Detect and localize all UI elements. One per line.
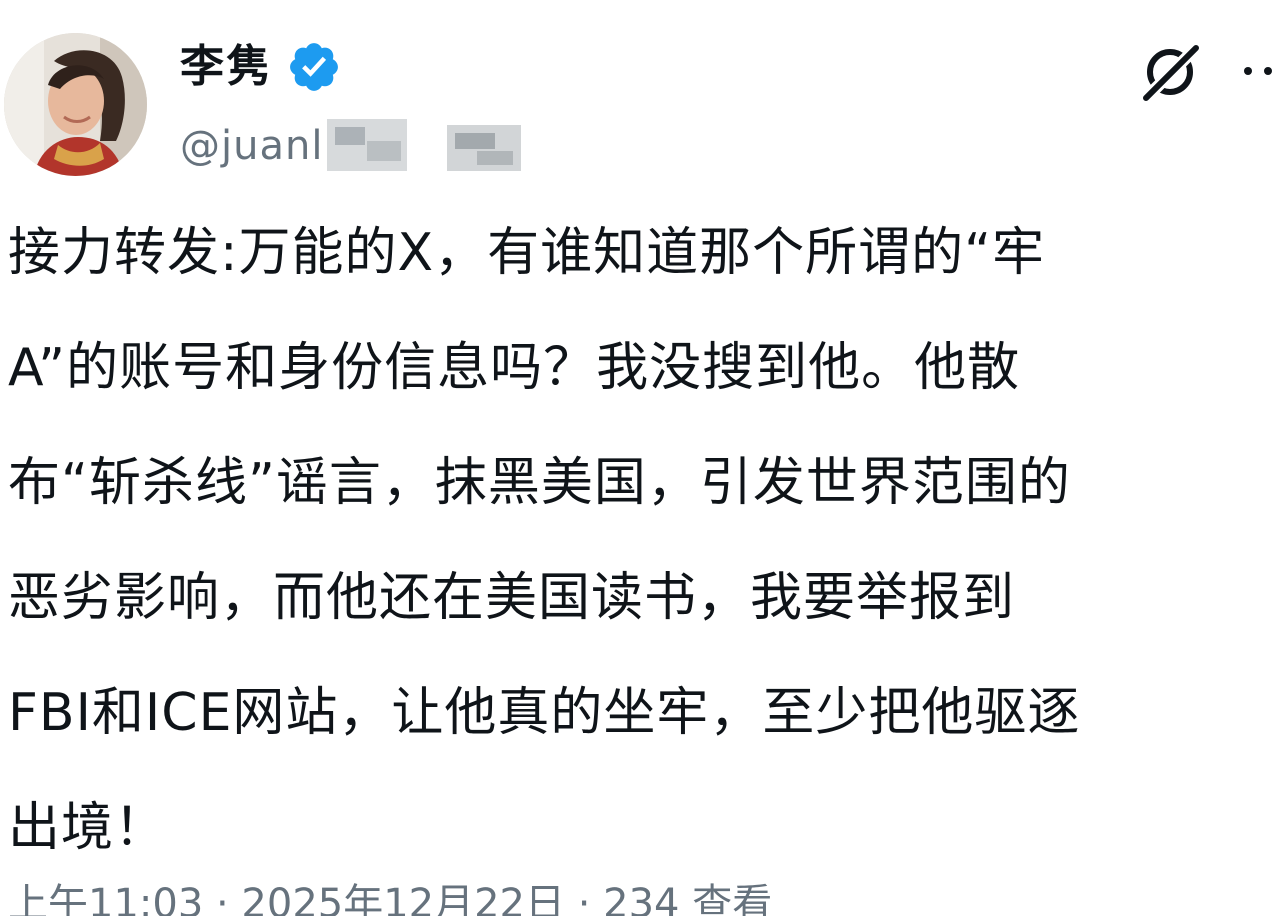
post-text-line: 出境！ <box>8 798 168 858</box>
post-timestamp-views[interactable]: 上午11:03 · 2025年12月22日 · 234 查看 <box>8 880 772 916</box>
author-display-name[interactable]: 李隽 <box>180 45 272 89</box>
author-handle[interactable]: @juanl <box>180 126 323 166</box>
post-card: 李隽 @juanl 接力转发:万能的X，有谁知道那个所谓的“牢 A”的账号和身份… <box>0 0 1280 916</box>
post-text-line: 恶劣影响，而他还在美国读书，我要举报到 <box>8 568 1016 628</box>
post-text-line: A”的账号和身份信息吗？我没搜到他。他散 <box>8 338 1021 398</box>
redaction-mosaic <box>327 119 522 171</box>
post-text-line: 布“斩杀线”谣言，抹黑美国，引发世界范围的 <box>8 453 1071 513</box>
author-name-row: 李隽 <box>180 36 342 98</box>
verified-badge-icon[interactable] <box>286 39 342 95</box>
more-options-icon[interactable] <box>1238 50 1280 90</box>
post-text-line: 接力转发:万能的X，有谁知道那个所谓的“牢 <box>8 223 1046 283</box>
grok-icon[interactable] <box>1138 40 1202 104</box>
avatar-photo-icon <box>4 33 147 176</box>
post-text-line: FBI和ICE网站，让他真的坐牢，至少把他驱逐 <box>8 683 1081 743</box>
author-handle-row: @juanl <box>180 118 527 174</box>
post-text: 接力转发:万能的X，有谁知道那个所谓的“牢 A”的账号和身份信息吗？我没搜到他。… <box>8 196 1270 886</box>
avatar[interactable] <box>4 33 147 176</box>
